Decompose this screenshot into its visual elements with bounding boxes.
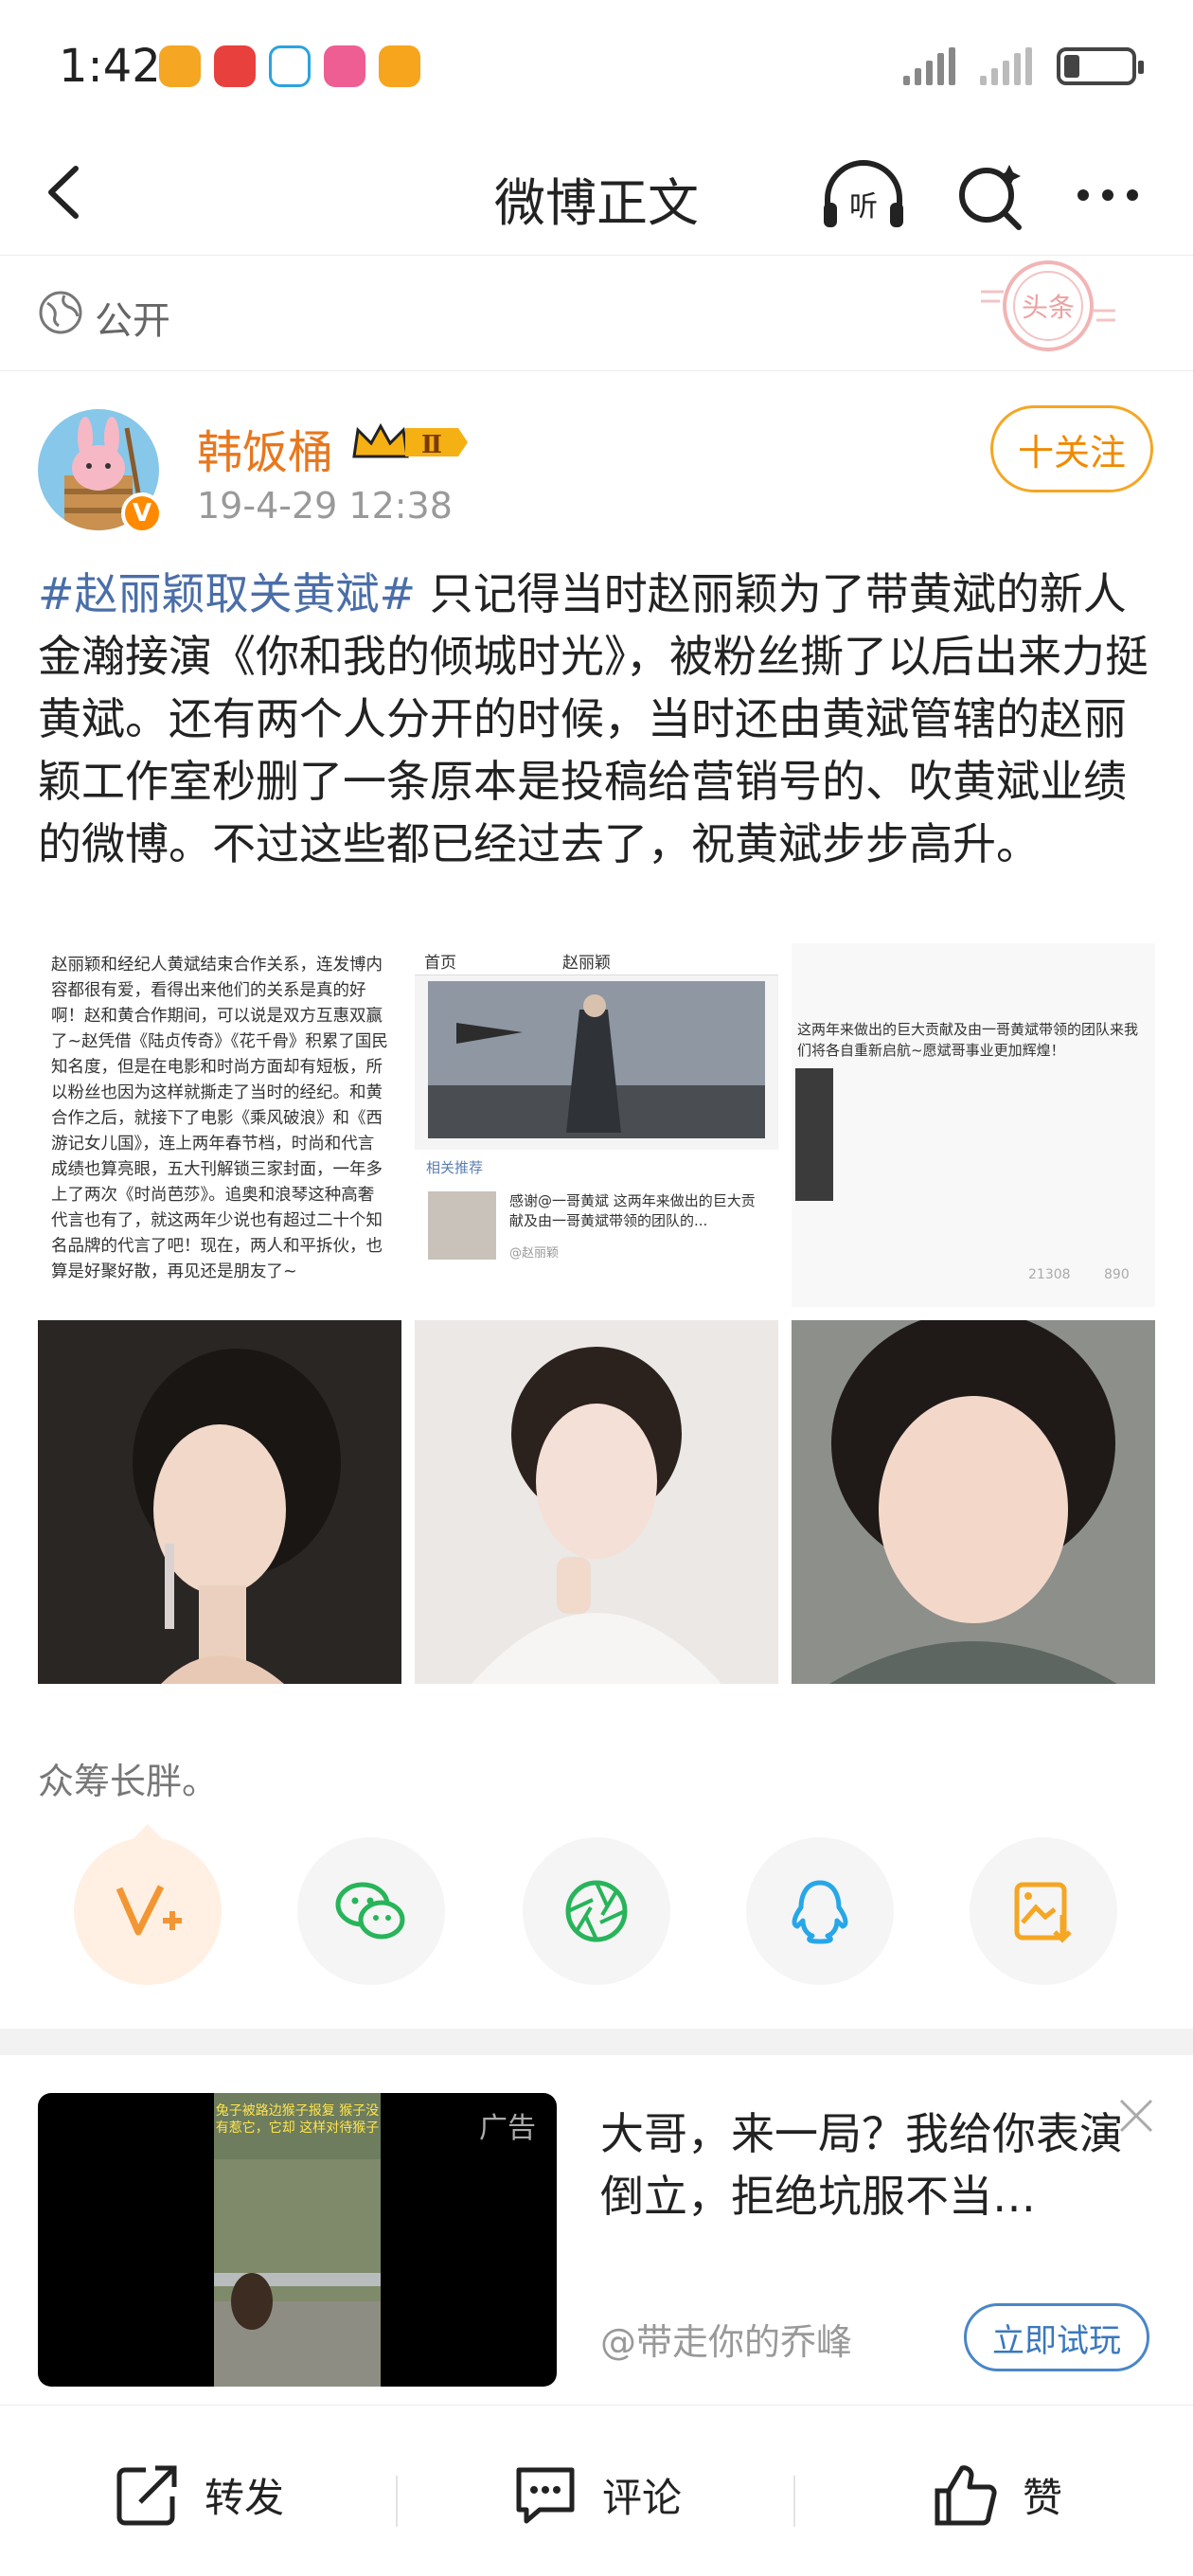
bottom-divider xyxy=(396,2476,398,2527)
image-6-portrait[interactable] xyxy=(792,1320,1155,1684)
hashtag-link[interactable]: #赵丽颖取关黄斌# xyxy=(38,568,416,619)
search-icon[interactable] xyxy=(951,155,1030,235)
image-1-text: 赵丽颖和经纪人黄斌结束合作关系，连发博内容都很有爱，看得出来他们的关系是真的好啊… xyxy=(51,956,388,1281)
headline-stamp-icon: 头条 xyxy=(981,260,1115,351)
image-2-related-caption: 感谢@一哥黄斌 这两年来做出的巨大贡献及由一哥黄斌带领的团队的... xyxy=(509,1192,756,1229)
image-3-repost-count: 21308 xyxy=(1028,1267,1071,1282)
image-2-back: 首页 xyxy=(424,954,456,973)
ad-video-thumbnail: 兔子被路边猴子报复 猴子没有惹它，它却 这样对待猴子 xyxy=(214,2093,381,2387)
image-3-weibo-screenshot[interactable]: 这两年来做出的巨大贡献及由一哥黄斌带领的团队来我们将各自重新启航~愿斌哥事业更加… xyxy=(792,943,1155,1307)
nav-bar: 微博正文 听 xyxy=(0,133,1193,256)
ad-account[interactable]: @带走你的乔峰 xyxy=(600,2313,852,2365)
image-2-photo xyxy=(428,981,765,1138)
image-3-comment-count: 890 xyxy=(1104,1267,1130,1282)
ad-title[interactable]: 大哥，来一局？我给你表演倒立，拒绝坑服不当… xyxy=(600,2102,1149,2227)
svg-text:听: 听 xyxy=(849,190,878,224)
visibility-label: 公开 xyxy=(95,299,170,343)
notification-icons xyxy=(159,45,420,87)
follow-button[interactable]: 十关注 xyxy=(990,405,1153,492)
cloud-app-icon xyxy=(269,45,311,87)
vip-level: Ⅱ xyxy=(421,431,442,459)
moments-aperture-icon xyxy=(565,1880,628,1942)
wechat-icon xyxy=(335,1882,405,1940)
more-options-icon[interactable] xyxy=(1070,157,1146,233)
ad-card[interactable]: 兔子被路边猴子报复 猴子没有惹它，它却 这样对待猴子 广告 大哥，来一局？我给你… xyxy=(0,2055,1193,2406)
like-button[interactable]: 赞 xyxy=(930,2457,1062,2532)
notes-app-icon xyxy=(214,45,256,87)
status-time: 1:42 xyxy=(59,40,161,93)
save-image-button[interactable] xyxy=(970,1837,1117,1985)
repost-label: 转发 xyxy=(205,2474,285,2521)
image-5-portrait-graphic xyxy=(415,1320,778,1684)
share-moments-button[interactable] xyxy=(523,1837,670,1985)
visibility-row: 公开 头条 xyxy=(0,256,1193,371)
image-3-text: 这两年来做出的巨大贡献及由一哥黄斌带领的团队来我们将各自重新启航~愿斌哥事业更加… xyxy=(797,1021,1139,1059)
vip-crown-badge-icon: Ⅱ xyxy=(352,422,468,459)
image-4-portrait[interactable] xyxy=(38,1320,401,1684)
image-2-related-source: @赵丽颖 xyxy=(509,1246,560,1261)
listen-headphone-icon[interactable]: 听 xyxy=(818,157,909,233)
image-5-portrait[interactable] xyxy=(415,1320,778,1684)
liked-by-text: 众筹长胖。 xyxy=(38,1761,219,1802)
image-2-related: 相关推荐 感谢@一哥黄斌 这两年来做出的巨大贡献及由一哥黄斌带领的团队的... … xyxy=(415,1150,778,1307)
globe-icon xyxy=(39,291,82,334)
share-weibo-button[interactable] xyxy=(74,1837,222,1985)
weibo-app-icon xyxy=(159,45,201,87)
share-qq-button[interactable] xyxy=(746,1837,894,1985)
image-1-text-screenshot[interactable]: 赵丽颖和经纪人黄斌结束合作关系，连发博内容都很有爱，看得出来他们的关系是真的好啊… xyxy=(38,943,401,1307)
ad-play-button[interactable]: 立即试玩 xyxy=(964,2303,1149,2371)
qq-penguin-icon xyxy=(792,1880,848,1944)
signal-icon xyxy=(903,47,955,85)
comment-label: 评论 xyxy=(602,2474,683,2521)
bilibili-app-icon xyxy=(324,45,365,87)
verified-badge-icon: V xyxy=(121,492,163,534)
share-wechat-button[interactable] xyxy=(297,1837,445,1985)
comment-icon xyxy=(516,2467,575,2524)
comment-button[interactable]: 评论 xyxy=(509,2457,682,2532)
post-text: #赵丽颖取关黄斌# 只记得当时赵丽颖为了带黄斌的新人金瀚接演《你和我的倾城时光》… xyxy=(38,563,1155,875)
ad-thumb-scene xyxy=(214,2159,381,2387)
image-2-user: 赵丽颖 xyxy=(562,954,611,973)
repost-button[interactable]: 转发 xyxy=(112,2457,284,2532)
image-3-photo xyxy=(795,1068,833,1201)
post-time: 19-4-29 12:38 xyxy=(197,485,453,527)
image-2-header: 首页 赵丽颖 xyxy=(415,943,778,975)
ad-tag: 广告 xyxy=(479,2112,536,2145)
image-2-related-thumb xyxy=(428,1191,496,1260)
system-indicators xyxy=(903,47,1144,85)
image-2-weibo-screenshot[interactable]: 首页 赵丽颖 相关推荐 感谢@一哥黄斌 这两年来做出的巨大贡献及由一哥黄斌带领的… xyxy=(415,943,778,1307)
battery-icon xyxy=(1057,47,1144,85)
section-divider xyxy=(0,2029,1193,2055)
weibo-v-plus-icon xyxy=(116,1885,182,1936)
thumbs-up-icon xyxy=(935,2465,997,2526)
status-bar: 1:42 xyxy=(0,0,1193,133)
ad-video[interactable]: 兔子被路边猴子报复 猴子没有惹它，它却 这样对待猴子 广告 xyxy=(38,2093,557,2387)
signal-secondary-icon xyxy=(980,47,1032,85)
image-4-portrait-graphic xyxy=(38,1320,401,1684)
bottom-action-bar: 转发 评论 赞 xyxy=(0,2406,1193,2576)
save-image-icon xyxy=(1014,1882,1072,1943)
like-label: 赞 xyxy=(1023,2474,1063,2521)
image-grid: 赵丽颖和经纪人黄斌结束合作关系，连发博内容都很有爱，看得出来他们的关系是真的好啊… xyxy=(38,943,1155,1684)
stamp-text: 头条 xyxy=(1022,292,1075,323)
author-row: V 韩饭桶 Ⅱ 19-4-29 12:38 十关注 xyxy=(0,398,1193,540)
image-6-portrait-graphic xyxy=(792,1320,1155,1684)
repost-icon xyxy=(116,2465,177,2526)
author-name[interactable]: 韩饭桶 xyxy=(197,415,333,481)
store-app-icon xyxy=(379,45,420,87)
image-2-related-label: 相关推荐 xyxy=(426,1159,484,1176)
share-row xyxy=(0,1824,1193,1989)
ad-thumb-caption: 兔子被路边猴子报复 猴子没有惹它，它却 这样对待猴子 xyxy=(215,2103,380,2136)
bottom-divider xyxy=(793,2476,795,2527)
